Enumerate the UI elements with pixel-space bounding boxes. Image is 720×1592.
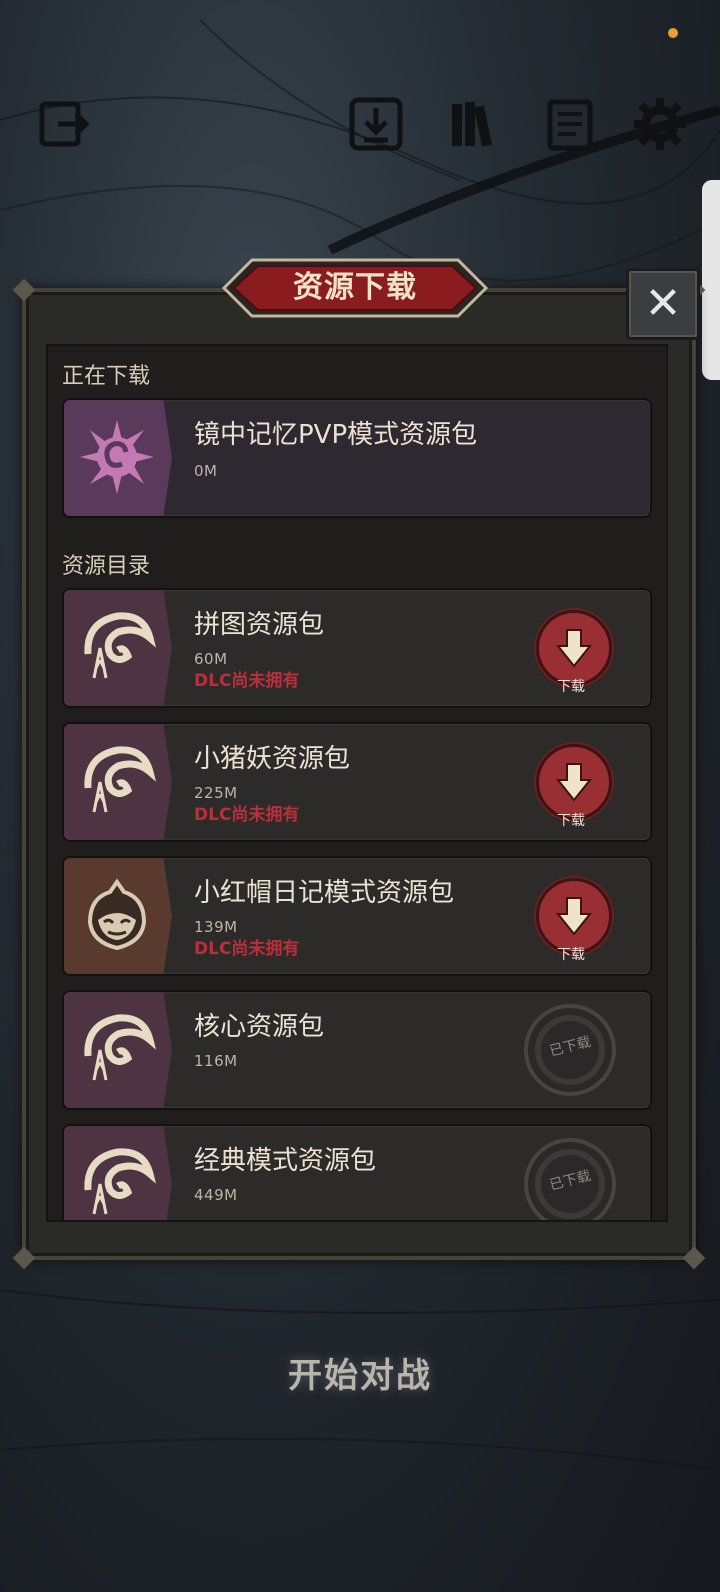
item-name: 镜中记忆PVP模式资源包: [194, 420, 478, 450]
catalog-item-core[interactable]: 核心资源包 116M 已下载: [62, 990, 652, 1110]
download-label: 下载: [557, 679, 585, 695]
catalog-item-classic[interactable]: 经典模式资源包 449M 已下载: [62, 1124, 652, 1220]
crescent-spiral-icon: [84, 746, 156, 813]
notification-dot: [668, 28, 678, 38]
item-size: 449M: [194, 1186, 238, 1204]
arrow-down-icon: [556, 629, 592, 668]
item-name: 核心资源包: [194, 1012, 325, 1042]
pvp-pack-thumb: [64, 400, 172, 516]
download-button[interactable]: [536, 744, 612, 820]
start-battle-button[interactable]: 开始对战: [0, 1348, 720, 1397]
item-name: 拼图资源包: [194, 610, 325, 640]
section-catalog-label: 资源目录: [62, 554, 151, 579]
crescent-spiral-icon: [84, 1014, 156, 1081]
dlc-status: DLC尚未拥有: [194, 671, 300, 691]
side-panel-tab[interactable]: [702, 180, 720, 380]
crescent-spiral-icon: [84, 612, 156, 679]
download-icon[interactable]: [348, 96, 404, 152]
item-size: 116M: [194, 1052, 238, 1070]
download-button[interactable]: [536, 610, 612, 686]
item-name: 经典模式资源包: [194, 1146, 377, 1176]
section-downloading-label: 正在下载: [62, 364, 151, 389]
books-icon[interactable]: [448, 96, 504, 152]
resource-list-panel[interactable]: 正在下载 镜中记忆PVP模式资源包 0M 资源目录 拼图资源包 60M DLC尚…: [46, 344, 668, 1222]
item-size: 0M: [194, 462, 218, 480]
close-icon: ✕: [644, 278, 682, 329]
item-name: 小猪妖资源包: [194, 744, 351, 774]
item-thumb: [64, 590, 172, 706]
close-button[interactable]: ✕: [626, 268, 700, 340]
item-thumb: [64, 858, 172, 974]
download-label: 下载: [557, 947, 585, 963]
dlc-status: DLC尚未拥有: [194, 939, 300, 959]
dialog-title: 资源下载: [293, 270, 417, 305]
catalog-item-pig-demon[interactable]: 小猪妖资源包 225M DLC尚未拥有 下载: [62, 722, 652, 842]
item-name: 小红帽日记模式资源包: [194, 878, 455, 908]
exit-icon[interactable]: [36, 96, 92, 152]
item-thumb: [64, 724, 172, 840]
arrow-down-icon: [556, 763, 592, 802]
gear-icon[interactable]: [632, 96, 688, 152]
download-button[interactable]: [536, 878, 612, 954]
download-label: 下载: [557, 813, 585, 829]
item-thumb: [64, 992, 172, 1108]
catalog-item-red-riding-hood[interactable]: 小红帽日记模式资源包 139M DLC尚未拥有 下载: [62, 856, 652, 976]
item-thumb: [64, 1126, 172, 1220]
masked-face-icon: [87, 878, 147, 951]
spiral-burst-icon: [80, 420, 154, 494]
arrow-down-icon: [556, 897, 592, 936]
crescent-spiral-icon: [84, 1148, 156, 1215]
dlc-status: DLC尚未拥有: [194, 805, 300, 825]
dialog-title-banner: 资源下载: [222, 258, 488, 318]
notes-icon[interactable]: [542, 96, 598, 152]
downloading-item[interactable]: 镜中记忆PVP模式资源包 0M: [62, 398, 652, 518]
catalog-item-puzzle[interactable]: 拼图资源包 60M DLC尚未拥有 下载: [62, 588, 652, 708]
